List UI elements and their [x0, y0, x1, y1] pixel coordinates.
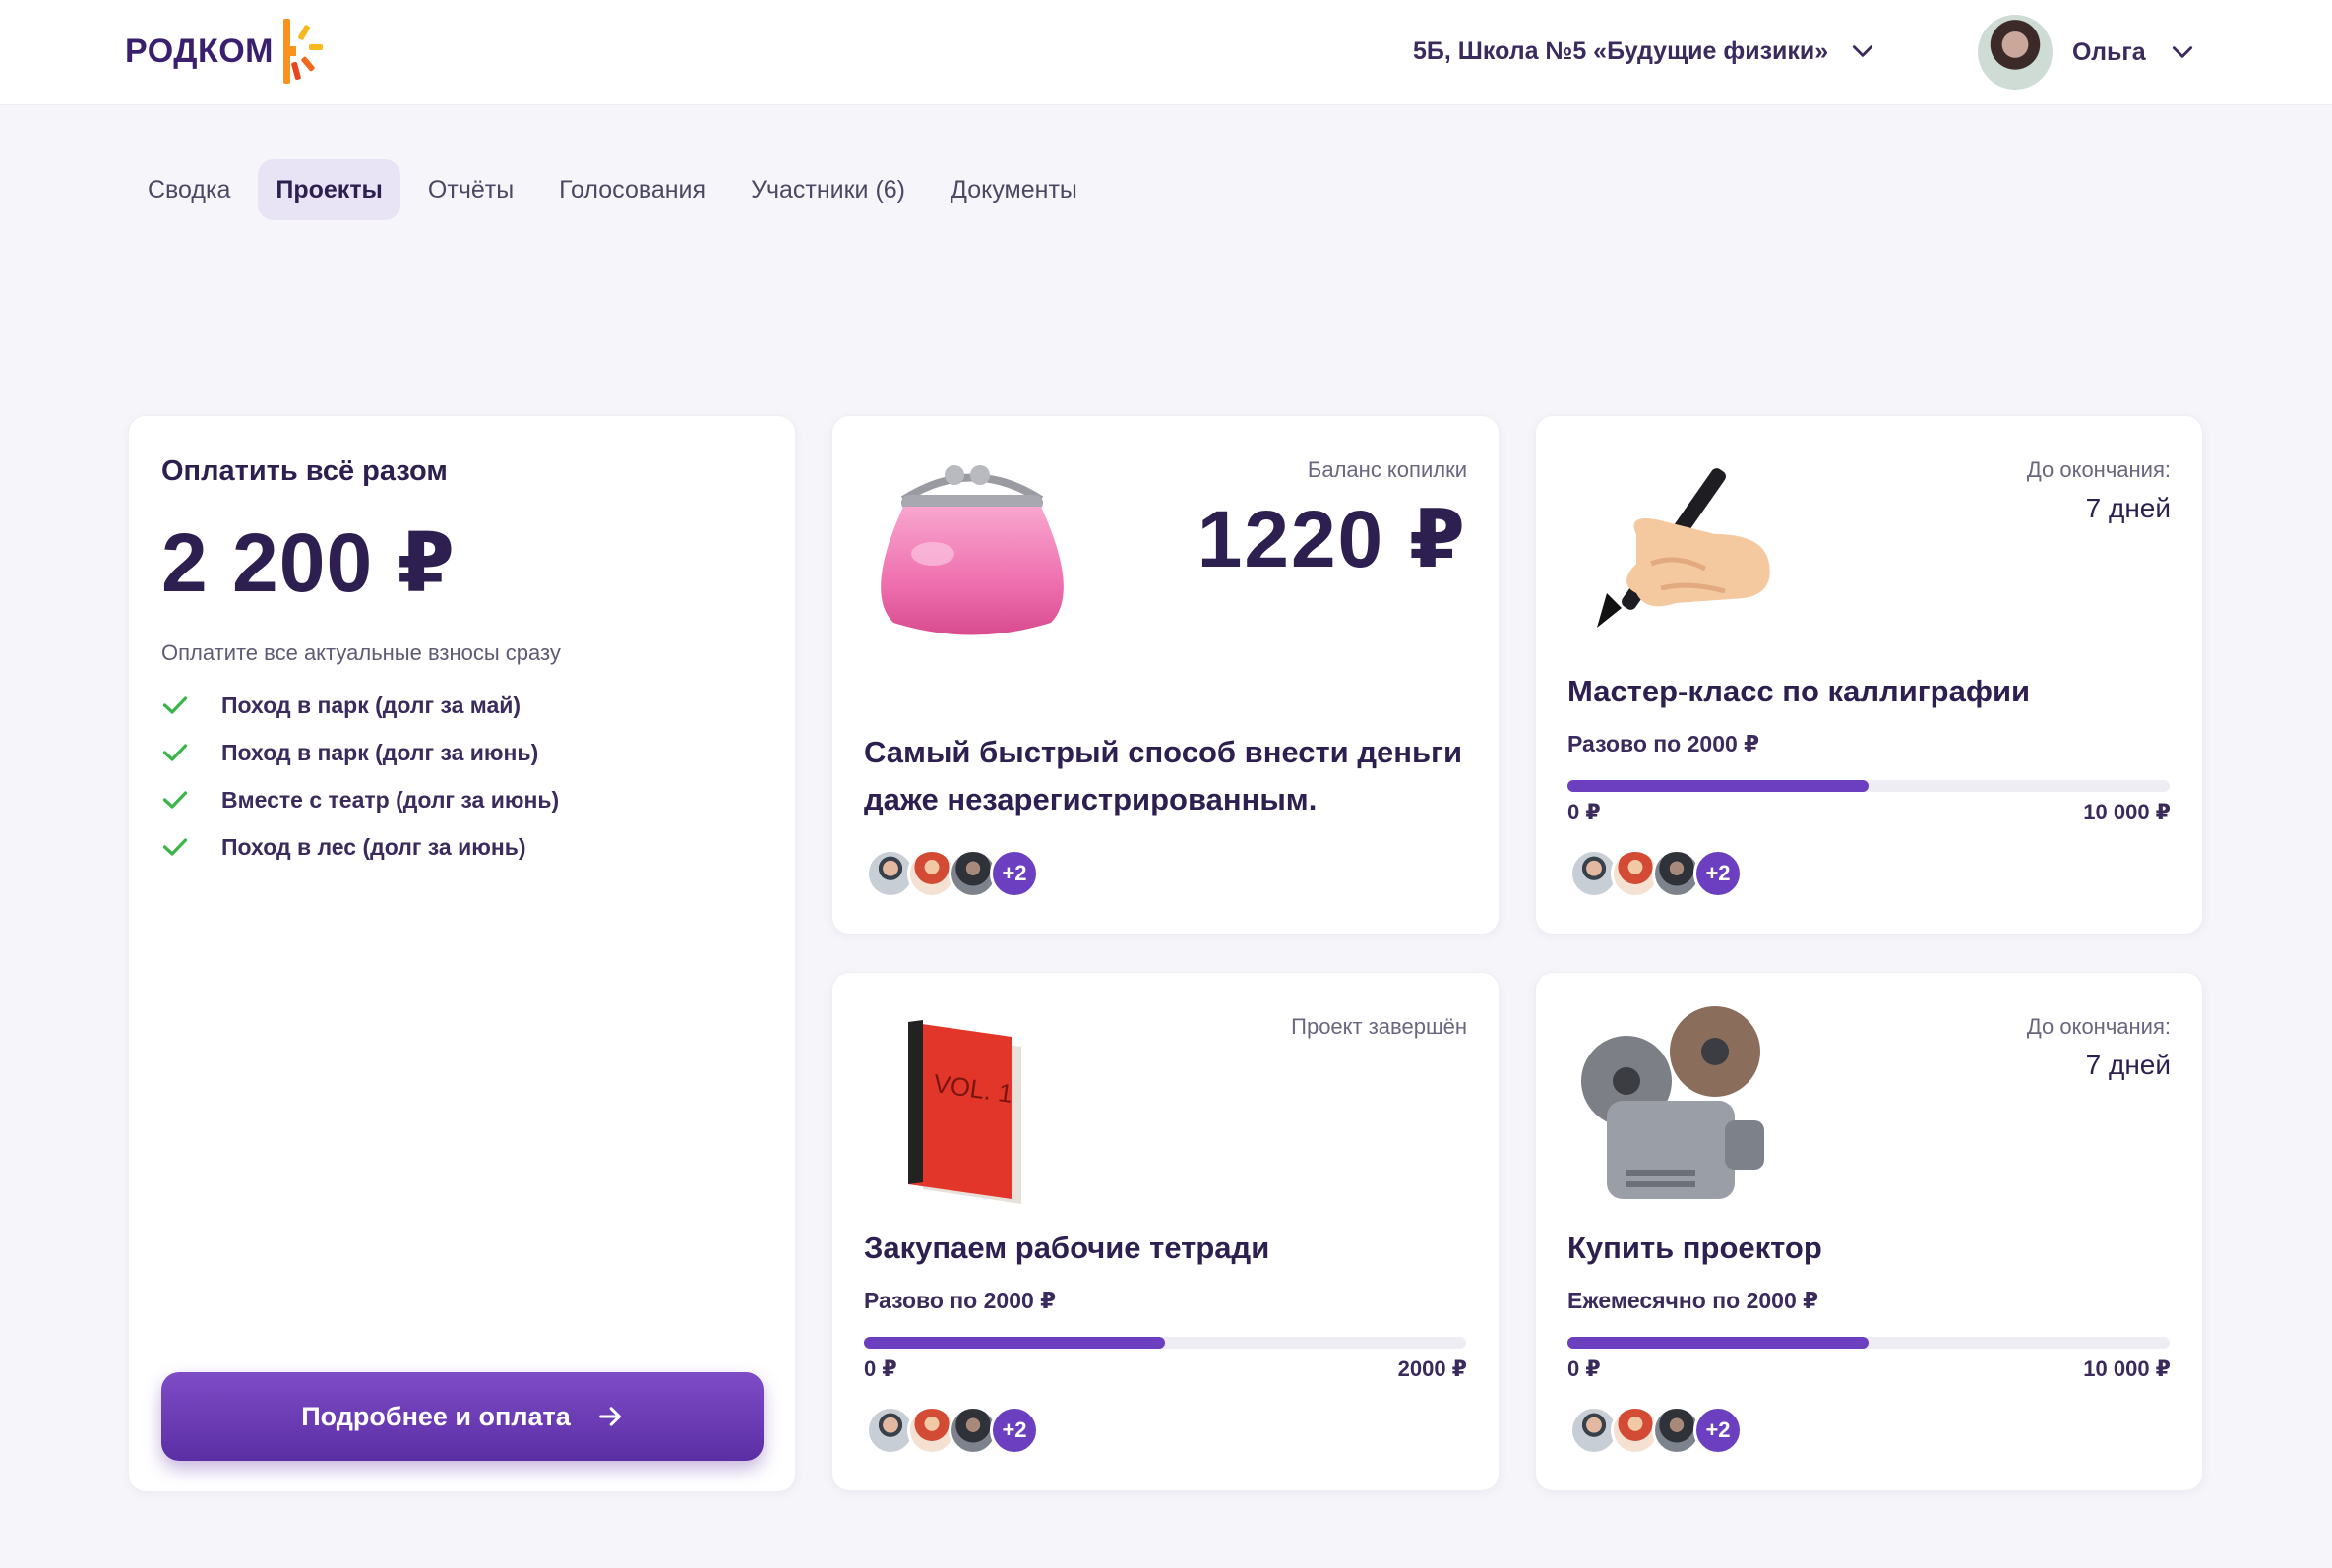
project-card-calligraphy[interactable]: До окончания: 7 дней Мастер-класс по кал… — [1535, 415, 2203, 935]
progress-max: 10 000 ₽ — [2083, 1357, 2171, 1381]
list-item: Вместе с театр (долг за июнь) — [161, 776, 559, 823]
progress-min: 0 ₽ — [864, 1357, 897, 1381]
tab-documents[interactable]: Документы — [933, 159, 1095, 220]
deadline-label: До окончания: — [2026, 1014, 2171, 1039]
progress-fill — [1567, 780, 1869, 792]
payment-frequency: Ежемесячно по 2000 ₽ — [1567, 1288, 1819, 1313]
school-selector[interactable]: 5Б, Школа №5 «Будущие физики» — [1413, 30, 1875, 73]
check-icon — [162, 838, 188, 856]
more-participants-badge: +2 — [990, 1406, 1039, 1455]
avatar — [1978, 15, 2053, 90]
piggy-description: Самый быстрый способ внести деньги даже … — [864, 735, 1463, 816]
progress-min: 0 ₽ — [1567, 800, 1601, 824]
pay-all-subtitle: Оплатите все актуальные взносы сразу — [161, 640, 561, 665]
logo-text: РОДКОМ — [125, 31, 274, 70]
piggy-balance-label: Баланс копилки — [1307, 457, 1467, 482]
debt-item-label: Вместе с театр (долг за июнь) — [221, 786, 560, 813]
project-title: Купить проектор — [1567, 1231, 1822, 1265]
debt-list: Поход в парк (долг за май) Поход в парк … — [161, 682, 559, 871]
debt-item-label: Поход в парк (долг за май) — [221, 692, 522, 718]
project-title: Закупаем рабочие тетради — [864, 1231, 1270, 1265]
project-card-projector[interactable]: До окончания: 7 дней Купить проектор Еже… — [1535, 972, 2203, 1491]
list-item: Поход в парк (долг за май) — [161, 682, 559, 729]
payment-frequency: Разово по 2000 ₽ — [864, 1288, 1057, 1313]
participants-avatars[interactable]: +2 — [866, 849, 1039, 898]
logo[interactable]: РОДКОМ — [125, 16, 325, 87]
details-and-pay-button[interactable]: Подробнее и оплата — [161, 1372, 764, 1461]
chevron-down-icon — [1853, 45, 1873, 57]
check-icon — [162, 744, 188, 761]
tab-projects[interactable]: Проекты — [258, 159, 400, 220]
progress-fill — [864, 1337, 1165, 1349]
piggy-balance-value: 1220 ₽ — [1197, 495, 1467, 584]
list-item: Поход в парк (долг за июнь) — [161, 729, 559, 776]
list-item: Поход в лес (долг за июнь) — [161, 823, 559, 871]
deadline-value: 7 дней — [2085, 493, 2171, 523]
pay-all-card: Оплатить всё разом 2 200 ₽ Оплатите все … — [128, 415, 796, 1492]
chevron-down-icon — [2172, 46, 2192, 58]
tab-votes[interactable]: Голосования — [541, 159, 723, 220]
purse-icon — [881, 465, 1064, 635]
check-icon — [162, 791, 188, 809]
top-bar: РОДКОМ 5Б, Школа №5 «Будущие физики» Оль… — [0, 0, 2332, 104]
tab-reports[interactable]: Отчёты — [410, 159, 531, 220]
deadline-value: 7 дней — [2085, 1050, 2171, 1080]
project-title: Мастер-класс по каллиграфии — [1567, 674, 2031, 708]
progress-bar — [1567, 780, 2170, 792]
logo-sun-icon — [282, 19, 323, 84]
debt-item-label: Поход в парк (долг за июнь) — [221, 739, 539, 765]
progress-bar — [864, 1337, 1466, 1349]
school-name: 5Б, Школа №5 «Будущие физики» — [1413, 36, 1829, 65]
pay-all-amount: 2 200 ₽ — [161, 516, 456, 609]
deadline-label: До окончания: — [2026, 457, 2171, 482]
writing-hand-icon — [1597, 468, 1770, 628]
tab-bar: Сводка Проекты Отчёты Голосования Участн… — [130, 159, 1105, 220]
check-icon — [162, 696, 188, 714]
progress-min: 0 ₽ — [1567, 1357, 1601, 1381]
project-card-notebooks[interactable]: VOL. 1 Проект завершён Закупаем рабочие … — [831, 972, 1500, 1491]
film-projector-icon — [1581, 1006, 1764, 1199]
pay-all-title: Оплатить всё разом — [161, 455, 448, 487]
progress-max: 10 000 ₽ — [2083, 800, 2171, 824]
arrow-right-icon — [598, 1407, 621, 1426]
more-participants-badge: +2 — [1693, 1406, 1743, 1455]
project-status: Проект завершён — [1291, 1014, 1467, 1039]
piggy-bank-card[interactable]: Баланс копилки 1220 ₽ Самый быстрый спос… — [831, 415, 1500, 935]
user-menu[interactable]: Ольга — [1978, 14, 2195, 90]
book-icon: VOL. 1 — [908, 1020, 1021, 1204]
debt-item-label: Поход в лес (долг за июнь) — [221, 833, 526, 860]
progress-max: 2000 ₽ — [1397, 1357, 1467, 1381]
more-participants-badge: +2 — [990, 849, 1039, 898]
participants-avatars[interactable]: +2 — [1569, 849, 1743, 898]
user-name: Ольга — [2072, 37, 2146, 66]
participants-avatars[interactable]: +2 — [866, 1406, 1039, 1455]
progress-bar — [1567, 1337, 2170, 1349]
progress-fill — [1567, 1337, 1869, 1349]
participants-avatars[interactable]: +2 — [1569, 1406, 1743, 1455]
details-and-pay-label: Подробнее и оплата — [301, 1401, 571, 1431]
tab-summary[interactable]: Сводка — [130, 159, 248, 220]
payment-frequency: Разово по 2000 ₽ — [1567, 731, 1760, 756]
tab-members[interactable]: Участники (6) — [733, 159, 923, 220]
more-participants-badge: +2 — [1693, 849, 1743, 898]
